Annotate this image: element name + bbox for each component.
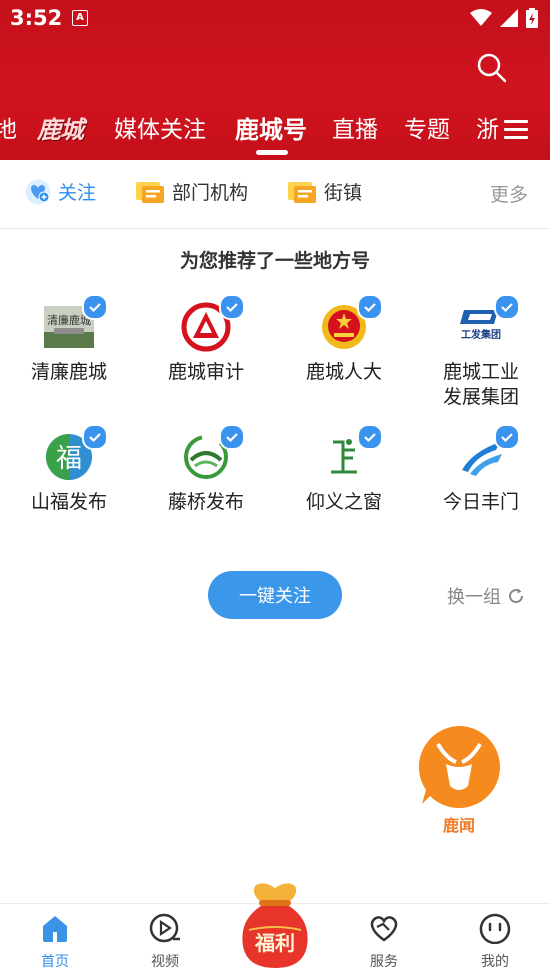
account-name: 鹿城工业发展集团 bbox=[442, 361, 519, 408]
battery-icon bbox=[526, 8, 538, 28]
home-icon bbox=[43, 916, 67, 942]
tengqiao-logo bbox=[181, 424, 245, 482]
gongfa-logo: 工发集团 bbox=[456, 294, 520, 352]
status-bar: 3:52 A bbox=[0, 0, 550, 38]
luwen-label: 鹿闻 bbox=[442, 816, 475, 835]
account-name: 鹿城审计 bbox=[167, 361, 244, 383]
check-badge-icon bbox=[494, 424, 520, 450]
account-card[interactable]: 清廉鹿城 清廉鹿城 bbox=[9, 294, 129, 385]
street-icon bbox=[288, 181, 316, 203]
emblem-logo bbox=[319, 294, 383, 352]
luwen-float-button[interactable]: 鹿闻 bbox=[416, 724, 502, 835]
status-a-icon: A bbox=[72, 10, 88, 26]
tab-zhe[interactable]: 浙 bbox=[476, 114, 499, 146]
account-name: 仰义之窗 bbox=[305, 491, 382, 513]
handshake-heart-icon bbox=[370, 916, 398, 942]
active-tab-indicator bbox=[256, 150, 288, 155]
tab-live[interactable]: 直播 bbox=[332, 114, 378, 146]
account-card[interactable]: 藤桥发布 bbox=[146, 424, 266, 515]
nav-mine[interactable]: 我的 bbox=[450, 912, 540, 971]
tab-di[interactable]: 地 bbox=[0, 114, 17, 146]
account-name: 鹿城人大 bbox=[305, 361, 382, 383]
account-card[interactable]: 鹿城人大 bbox=[284, 294, 404, 385]
video-play-icon bbox=[149, 913, 180, 943]
account-name: 今日丰门 bbox=[442, 491, 519, 513]
account-name: 山福发布 bbox=[30, 491, 107, 513]
account-card[interactable]: 福 山福发布 bbox=[9, 424, 129, 515]
account-name: 藤桥发布 bbox=[167, 491, 244, 513]
nav-home-label: 首页 bbox=[41, 954, 69, 970]
subnav-streets-label: 街镇 bbox=[324, 182, 363, 204]
check-badge-icon bbox=[357, 294, 383, 320]
svg-text:福利: 福利 bbox=[254, 931, 295, 955]
channel-tabs: 地 鹿城 媒体关注 鹿城号 直播 专题 浙 bbox=[0, 110, 550, 158]
account-card[interactable]: 鹿城审计 bbox=[146, 294, 266, 385]
nav-service[interactable]: 服务 bbox=[339, 912, 429, 971]
subnav-departments[interactable]: 部门机构 bbox=[134, 178, 248, 205]
nav-service-label: 服务 bbox=[370, 954, 398, 970]
check-badge-icon bbox=[82, 424, 108, 450]
account-card[interactable]: 工发集团 鹿城工业发展集团 bbox=[421, 294, 541, 410]
status-time: 3:52 bbox=[10, 6, 63, 30]
nav-mine-label: 我的 bbox=[481, 954, 509, 970]
refresh-label: 换一组 bbox=[447, 587, 501, 608]
heart-plus-icon bbox=[25, 179, 51, 204]
department-icon bbox=[136, 181, 164, 203]
wifi-icon bbox=[470, 9, 492, 26]
check-badge-icon bbox=[82, 294, 108, 320]
smile-face-icon bbox=[479, 913, 511, 945]
shanfu-logo: 福 bbox=[44, 424, 108, 482]
fuli-lucky-bag-button[interactable]: 福利 bbox=[233, 880, 317, 972]
signal-icon bbox=[500, 9, 518, 27]
yangyi-logo bbox=[319, 424, 383, 482]
app-header: 3:52 A 地 鹿城 媒体关注 鹿城号 直播 专题 浙 bbox=[0, 0, 550, 160]
qinglian-logo: 清廉鹿城 bbox=[44, 294, 108, 352]
audit-logo bbox=[181, 294, 245, 352]
check-badge-icon bbox=[357, 424, 383, 450]
search-icon[interactable] bbox=[472, 48, 512, 88]
fengmen-logo bbox=[456, 424, 520, 482]
tab-media-focus[interactable]: 媒体关注 bbox=[114, 114, 206, 146]
check-badge-icon bbox=[219, 424, 245, 450]
svg-text:工发集团: 工发集团 bbox=[461, 328, 501, 341]
svg-text:福: 福 bbox=[56, 444, 82, 474]
nav-video[interactable]: 视频 bbox=[120, 912, 210, 971]
menu-icon[interactable] bbox=[504, 120, 528, 142]
refresh-icon bbox=[509, 588, 524, 604]
deer-chat-icon bbox=[418, 726, 500, 808]
check-badge-icon bbox=[219, 294, 245, 320]
refresh-group-button[interactable]: 换一组 bbox=[447, 583, 525, 609]
lucky-bag-icon: 福利 bbox=[242, 883, 308, 968]
nav-video-label: 视频 bbox=[151, 954, 179, 970]
subnav-departments-label: 部门机构 bbox=[172, 182, 249, 204]
nav-home[interactable]: 首页 bbox=[10, 912, 100, 971]
subnav-streets[interactable]: 街镇 bbox=[286, 178, 362, 205]
subnav-follow[interactable]: 关注 bbox=[24, 178, 96, 205]
more-link[interactable]: 更多 bbox=[490, 180, 528, 207]
recommend-title: 为您推荐了一些地方号 bbox=[179, 250, 370, 272]
tab-lucheng-logo[interactable]: 鹿城 bbox=[37, 114, 84, 146]
subnav-follow-label: 关注 bbox=[58, 182, 97, 204]
tab-lucheng-hao[interactable]: 鹿城号 bbox=[235, 114, 307, 146]
system-icons bbox=[470, 8, 538, 28]
account-name: 清廉鹿城 bbox=[30, 361, 107, 383]
sub-nav: 关注 部门机构 街镇 更多 bbox=[0, 160, 550, 229]
tab-topics[interactable]: 专题 bbox=[404, 114, 450, 146]
check-badge-icon bbox=[494, 294, 520, 320]
account-card[interactable]: 今日丰门 bbox=[421, 424, 541, 515]
follow-all-button[interactable]: 一键关注 bbox=[208, 571, 342, 619]
account-card[interactable]: 仰义之窗 bbox=[284, 424, 404, 515]
